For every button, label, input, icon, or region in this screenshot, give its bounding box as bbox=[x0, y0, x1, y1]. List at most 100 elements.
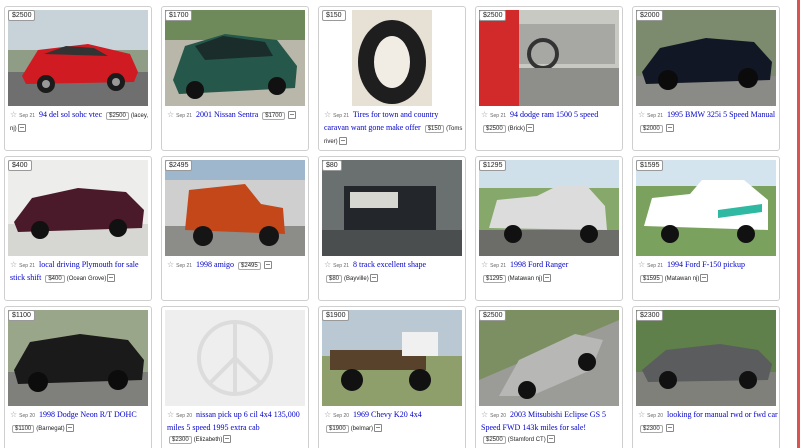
star-icon[interactable]: ☆ bbox=[10, 410, 17, 419]
listing-photo[interactable] bbox=[8, 310, 148, 406]
listing-photo[interactable] bbox=[636, 310, 776, 406]
star-icon[interactable]: ☆ bbox=[324, 260, 331, 269]
listing-info: ☆ Sep 20 2003 Mitsubishi Eclipse GS 5 Spe… bbox=[481, 409, 621, 446]
listing-card[interactable]: $2500 ☆ Sep 21 94 dodge ram 1500 5 speed … bbox=[475, 6, 623, 151]
listing-card[interactable]: $2500 ☆ Sep 20 2003 Mitsubishi Eclipse GS… bbox=[475, 306, 623, 448]
hide-icon[interactable] bbox=[17, 124, 26, 133]
listing-title-link[interactable]: 1969 Chevy K20 4x4 bbox=[353, 410, 422, 419]
listing-price: $1295 bbox=[483, 275, 506, 283]
listing-info: ☆ Sep 21 local driving Plymouth for sale … bbox=[10, 259, 150, 285]
hide-icon[interactable] bbox=[223, 435, 232, 444]
listing-date: Sep 20 bbox=[176, 413, 193, 419]
listing-card[interactable]: $1595 ☆ Sep 21 1994 Ford F-150 pickup $15… bbox=[632, 156, 780, 301]
price-tag: $400 bbox=[8, 160, 32, 171]
listing-card[interactable]: $1700 ☆ Sep 21 2001 Nissan Sentra $1700 bbox=[161, 6, 309, 151]
listing-photo[interactable] bbox=[165, 10, 305, 106]
listing-card[interactable]: $2300 ☆ Sep 20 looking for manual rwd or … bbox=[632, 306, 780, 448]
listing-location: (Matawan nj) bbox=[507, 276, 543, 282]
price-tag: $2500 bbox=[479, 10, 507, 21]
listing-photo[interactable] bbox=[8, 160, 148, 256]
listing-date: Sep 20 bbox=[647, 413, 664, 419]
listing-card[interactable]: $1900 ☆ Sep 20 1969 Chevy K20 4x4 $1900 (b… bbox=[318, 306, 466, 448]
listing-title-link[interactable]: 2001 Nissan Sentra bbox=[196, 110, 258, 119]
hide-icon[interactable] bbox=[374, 424, 383, 433]
listing-photo[interactable] bbox=[636, 160, 776, 256]
hide-icon[interactable] bbox=[543, 274, 552, 283]
hide-icon[interactable] bbox=[546, 435, 555, 444]
listing-price: $80 bbox=[326, 275, 343, 283]
star-icon[interactable]: ☆ bbox=[167, 110, 174, 119]
star-icon[interactable]: ☆ bbox=[167, 260, 174, 269]
listing-card[interactable]: $150 ☆ Sep 21 Tires for town and country … bbox=[318, 6, 466, 151]
listing-info: ☆ Sep 20 1998 Dodge Neon R/T DOHC $1100 (B… bbox=[10, 409, 150, 435]
listing-card[interactable]: $2500 ☆ Sep 21 94 del sol sohc vtec $2500… bbox=[4, 6, 152, 151]
hide-icon[interactable] bbox=[263, 261, 272, 270]
listing-date: Sep 21 bbox=[19, 263, 36, 269]
star-icon[interactable]: ☆ bbox=[481, 260, 488, 269]
listing-date: Sep 20 bbox=[333, 413, 350, 419]
hide-icon[interactable] bbox=[338, 137, 347, 146]
listing-photo[interactable] bbox=[636, 10, 776, 106]
listing-card[interactable]: $1100 ☆ Sep 20 1998 Dodge Neon R/T DOHC $… bbox=[4, 306, 152, 448]
listing-title-link[interactable]: 8 track excellent shape bbox=[353, 260, 426, 269]
listing-date: Sep 21 bbox=[490, 113, 507, 119]
listing-card[interactable]: $2000 ☆ Sep 21 1995 BMW 325i 5 Speed Manu… bbox=[632, 6, 780, 151]
listing-photo[interactable] bbox=[322, 10, 462, 106]
listing-photo[interactable] bbox=[479, 310, 619, 406]
listing-title-link[interactable]: 1994 Ford F-150 pickup bbox=[667, 260, 745, 269]
listing-price: $400 bbox=[45, 275, 65, 283]
listing-title-link[interactable]: 1995 BMW 325i 5 Speed Manual bbox=[667, 110, 775, 119]
hide-icon[interactable] bbox=[65, 424, 74, 433]
star-icon[interactable]: ☆ bbox=[638, 260, 645, 269]
listing-card[interactable]: $400 ☆ Sep 21 local driving Plymouth for … bbox=[4, 156, 152, 301]
listing-card[interactable]: ☆ Sep 20 nissan pick up 6 cil 4x4 135,000… bbox=[161, 306, 309, 448]
star-icon[interactable]: ☆ bbox=[481, 410, 488, 419]
listing-title-link[interactable]: 1998 Dodge Neon R/T DOHC bbox=[39, 410, 137, 419]
listing-info: ☆ Sep 21 1998 Ford Ranger $1295 (Matawan n… bbox=[481, 259, 621, 285]
listing-location: (Barnegat) bbox=[36, 426, 65, 432]
listing-title-link[interactable]: 1998 amigo bbox=[196, 260, 234, 269]
listing-photo[interactable] bbox=[322, 160, 462, 256]
star-icon[interactable]: ☆ bbox=[481, 110, 488, 119]
listing-card[interactable]: $1295 ☆ Sep 21 1998 Ford Ranger $1295 (Mat… bbox=[475, 156, 623, 301]
star-icon[interactable]: ☆ bbox=[10, 110, 17, 119]
listing-price: $1900 bbox=[326, 425, 349, 433]
listing-photo[interactable] bbox=[479, 160, 619, 256]
star-icon[interactable]: ☆ bbox=[10, 260, 17, 269]
listing-title-link[interactable]: 1998 Ford Ranger bbox=[510, 260, 568, 269]
listing-title-link[interactable]: 94 del sol sohc vtec bbox=[39, 110, 102, 119]
hide-icon[interactable] bbox=[107, 274, 116, 283]
price-tag: $1295 bbox=[479, 160, 507, 171]
listing-photo[interactable] bbox=[165, 310, 305, 406]
hide-icon[interactable] bbox=[700, 274, 709, 283]
listing-price: $2500 bbox=[106, 112, 129, 120]
listing-photo[interactable] bbox=[165, 160, 305, 256]
star-icon[interactable]: ☆ bbox=[638, 110, 645, 119]
hide-icon[interactable] bbox=[526, 124, 535, 133]
star-icon[interactable]: ☆ bbox=[324, 410, 331, 419]
listing-card[interactable]: $2495 ☆ Sep 21 1998 amigo $2495 bbox=[161, 156, 309, 301]
star-icon[interactable]: ☆ bbox=[324, 110, 331, 119]
listing-location: (Bayville) bbox=[344, 276, 369, 282]
hide-icon[interactable] bbox=[287, 111, 296, 120]
price-tag: $2500 bbox=[479, 310, 507, 321]
listing-title-link[interactable]: looking for manual rwd or fwd car bbox=[667, 410, 778, 419]
listing-photo[interactable] bbox=[322, 310, 462, 406]
listing-price: $1100 bbox=[12, 425, 35, 433]
hide-icon[interactable] bbox=[665, 124, 674, 133]
star-icon[interactable]: ☆ bbox=[638, 410, 645, 419]
listing-photo[interactable] bbox=[8, 10, 148, 106]
price-tag: $2300 bbox=[636, 310, 664, 321]
star-icon[interactable]: ☆ bbox=[167, 410, 174, 419]
hide-icon[interactable] bbox=[665, 424, 674, 433]
price-tag: $80 bbox=[322, 160, 342, 171]
listing-price: $2000 bbox=[640, 125, 663, 133]
listing-location: (belmar) bbox=[350, 426, 374, 432]
price-tag: $2000 bbox=[636, 10, 664, 21]
listing-location: (Ocean Grove) bbox=[66, 276, 107, 282]
listing-photo[interactable] bbox=[479, 10, 619, 106]
listing-title-link[interactable]: 94 dodge ram 1500 5 speed bbox=[510, 110, 598, 119]
listing-price: $2495 bbox=[238, 262, 261, 270]
listing-card[interactable]: $80 ☆ Sep 21 8 track excellent shape $80(… bbox=[318, 156, 466, 301]
hide-icon[interactable] bbox=[369, 274, 378, 283]
